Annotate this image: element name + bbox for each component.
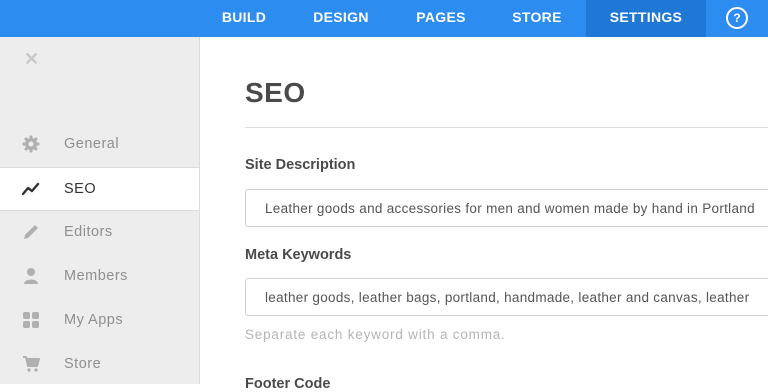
- person-icon: [24, 268, 38, 284]
- sidebar-item-general[interactable]: General: [0, 123, 199, 166]
- sidebar-item-label: Editors: [64, 224, 113, 240]
- sidebar-item-label: SEO: [64, 181, 97, 197]
- meta-keywords-label: Meta Keywords: [245, 247, 352, 263]
- cart-icon: [23, 356, 40, 372]
- meta-keywords-hint: Separate each keyword with a comma.: [245, 327, 506, 342]
- footer-code-label: Footer Code: [245, 376, 331, 392]
- sidebar-item-my-apps[interactable]: My Apps: [0, 299, 199, 342]
- title-divider: [245, 127, 768, 128]
- sidebar-item-label: Members: [64, 268, 128, 284]
- sidebar-item-seo[interactable]: SEO: [0, 167, 199, 211]
- nav-store[interactable]: STORE: [488, 0, 586, 37]
- help-icon[interactable]: ?: [726, 7, 748, 29]
- nav-settings[interactable]: SETTINGS: [586, 0, 706, 37]
- site-description-label: Site Description: [245, 157, 356, 173]
- trend-line-icon: [22, 182, 40, 196]
- sidebar-item-label: General: [64, 136, 120, 152]
- meta-keywords-field[interactable]: [245, 278, 768, 316]
- nav-design[interactable]: DESIGN: [288, 0, 394, 37]
- page-title: SEO: [245, 77, 306, 108]
- pencil-icon: [24, 225, 38, 239]
- apps-grid-icon: [23, 312, 39, 328]
- close-icon[interactable]: ✕: [24, 49, 39, 70]
- seo-settings-panel: SEO Site Description Meta Keywords Separ…: [200, 37, 768, 392]
- sidebar-item-label: Store: [64, 356, 102, 372]
- sidebar-item-store[interactable]: Store: [0, 343, 199, 386]
- settings-sidebar: ✕ General SEO Editors Members My Apps St…: [0, 37, 200, 384]
- site-description-field[interactable]: [245, 189, 768, 227]
- top-navigation-bar: BUILD DESIGN PAGES STORE SETTINGS ?: [0, 0, 768, 37]
- nav-build[interactable]: BUILD: [200, 0, 288, 37]
- sidebar-item-label: My Apps: [64, 312, 124, 328]
- sidebar-item-members[interactable]: Members: [0, 255, 199, 298]
- gear-icon: [22, 135, 40, 153]
- nav-pages[interactable]: PAGES: [394, 0, 488, 37]
- sidebar-item-editors[interactable]: Editors: [0, 211, 199, 254]
